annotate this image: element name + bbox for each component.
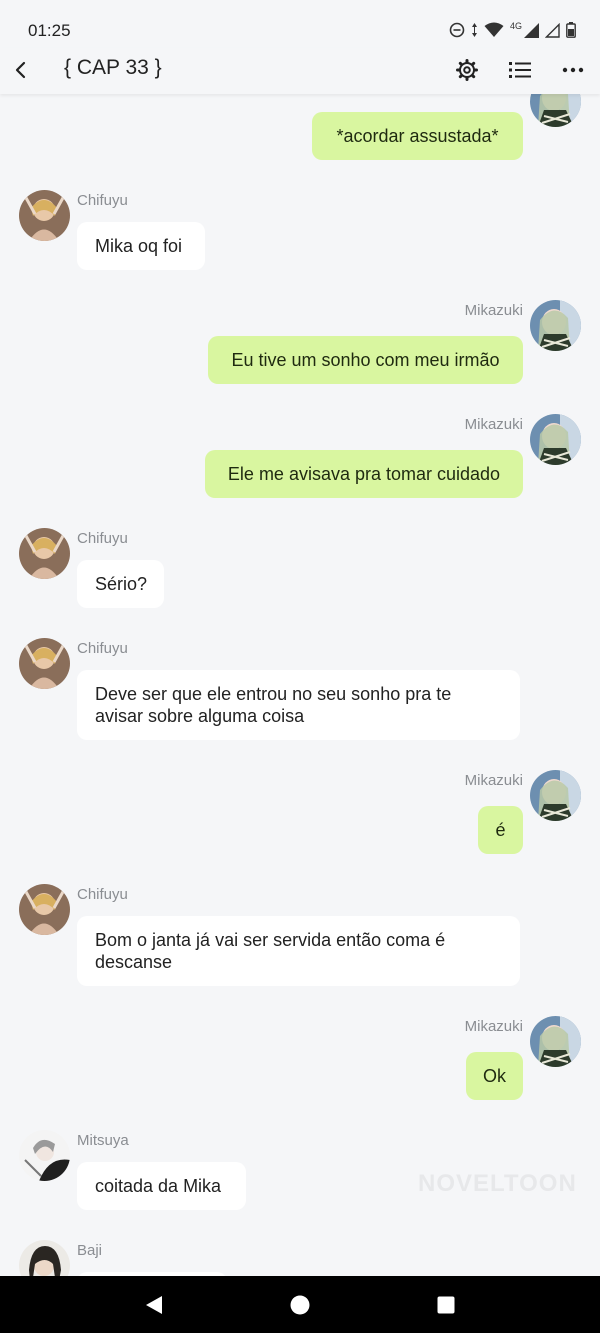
- noveltoon-watermark: NOVELTOON: [418, 1170, 577, 1197]
- status-time: 01:25: [28, 21, 71, 40]
- avatar-mikazuki-image: [530, 94, 581, 127]
- home-circle-icon[interactable]: [290, 1295, 310, 1315]
- avatar-chifuyu[interactable]: [19, 528, 70, 579]
- sender-name: Mikazuki: [464, 1018, 523, 1035]
- sender-name: Chifuyu: [77, 530, 128, 547]
- system-nav-bar: [0, 1276, 600, 1333]
- avatar-mikazuki[interactable]: [530, 300, 581, 351]
- signal-empty-icon: [545, 22, 560, 38]
- recents-square-icon[interactable]: [437, 1296, 455, 1314]
- message-text: Bom o janta já vai ser servida então com…: [95, 930, 446, 972]
- sender-name: Mitsuya: [77, 1132, 129, 1149]
- chat-list[interactable]: *acordar assustada* Chifuyu Mika oq foi …: [0, 94, 600, 1276]
- message-bubble-mine[interactable]: *acordar assustada*: [312, 112, 523, 160]
- network-type: 4G: [509, 21, 522, 31]
- data-arrows-icon: [471, 23, 477, 37]
- avatar-mikazuki-image: [530, 300, 581, 351]
- avatar-chifuyu-image: [19, 528, 70, 579]
- avatar-chifuyu-image: [19, 190, 70, 241]
- chapter-list-button[interactable]: [504, 54, 536, 86]
- message-text: *acordar assustada*: [336, 126, 499, 146]
- message-text: Eu tive um sonho com meu irmão: [231, 350, 500, 370]
- message-text: coitada da Mika: [95, 1176, 222, 1196]
- list-icon: [509, 62, 531, 78]
- message-text: Mika oq foi: [95, 236, 183, 256]
- avatar-mitsuya[interactable]: [19, 1130, 70, 1181]
- message-bubble-mine[interactable]: é: [478, 806, 523, 854]
- avatar-chifuyu[interactable]: [19, 190, 70, 241]
- sender-name: Mikazuki: [464, 416, 523, 433]
- do-not-disturb-icon: [449, 22, 465, 38]
- avatar-mikazuki[interactable]: [530, 1016, 581, 1067]
- wifi-icon: [484, 22, 504, 37]
- app-header: { CAP 33 }: [0, 48, 600, 94]
- avatar-chifuyu[interactable]: [19, 884, 70, 935]
- settings-gear-icon: [456, 59, 478, 81]
- sender-name: Chifuyu: [77, 640, 128, 657]
- avatar-mikazuki[interactable]: [530, 94, 581, 127]
- chapter-title: { CAP 33 }: [64, 56, 162, 79]
- avatar-baji[interactable]: [19, 1240, 70, 1276]
- avatar-mikazuki-image: [530, 770, 581, 821]
- avatar-chifuyu[interactable]: [19, 638, 70, 689]
- message-bubble-other[interactable]: coitada da Mika: [77, 1162, 246, 1210]
- back-arrow-icon: [15, 61, 26, 79]
- settings-button[interactable]: [451, 54, 483, 86]
- avatar-baji-image: [19, 1240, 70, 1276]
- message-text: Ele me avisava pra tomar cuidado: [227, 464, 501, 484]
- message-bubble-mine[interactable]: Ele me avisava pra tomar cuidado: [205, 450, 523, 498]
- message-text: Deve ser que ele entrou no seu sonho pra…: [95, 684, 452, 726]
- avatar-chifuyu-image: [19, 638, 70, 689]
- status-icons: 4G: [449, 20, 576, 40]
- battery-icon: [566, 22, 576, 38]
- signal-icon: [524, 22, 539, 38]
- avatar-mikazuki[interactable]: [530, 770, 581, 821]
- message-text: Sério?: [95, 574, 148, 594]
- message-bubble-mine[interactable]: Ok: [466, 1052, 523, 1100]
- avatar-mikazuki-image: [530, 414, 581, 465]
- back-button[interactable]: [10, 54, 42, 86]
- avatar-mikazuki-image: [530, 1016, 581, 1067]
- back-triangle-icon[interactable]: [144, 1295, 164, 1315]
- sender-name: Chifuyu: [77, 192, 128, 209]
- message-bubble-other[interactable]: Bom o janta já vai ser servida então com…: [77, 916, 520, 986]
- sender-name: Chifuyu: [77, 886, 128, 903]
- sender-name: Mikazuki: [464, 772, 523, 789]
- message-bubble-other[interactable]: Mika oq foi: [77, 222, 205, 270]
- avatar-mitsuya-image: [19, 1130, 70, 1181]
- message-bubble-other[interactable]: Deve ser que ele entrou no seu sonho pra…: [77, 670, 520, 740]
- message-text: é: [495, 820, 506, 840]
- avatar-chifuyu-image: [19, 884, 70, 935]
- message-bubble-mine[interactable]: Eu tive um sonho com meu irmão: [208, 336, 523, 384]
- more-options-button[interactable]: [557, 54, 589, 86]
- status-bar: 01:25 4G: [0, 0, 600, 48]
- sender-name: Baji: [77, 1242, 103, 1259]
- more-dots-icon: [562, 67, 584, 73]
- sender-name: Mikazuki: [464, 302, 523, 319]
- message-bubble-other[interactable]: Sério?: [77, 560, 164, 608]
- avatar-mikazuki[interactable]: [530, 414, 581, 465]
- message-text: Ok: [482, 1066, 506, 1086]
